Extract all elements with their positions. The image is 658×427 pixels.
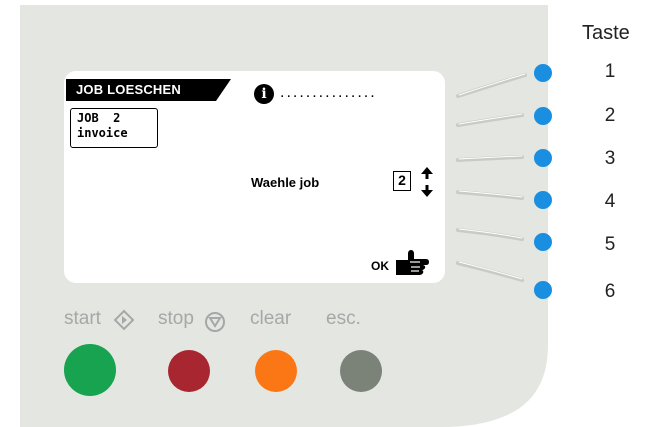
esc-label: esc. bbox=[326, 308, 361, 329]
start-icon bbox=[113, 309, 135, 331]
esc-button[interactable] bbox=[340, 350, 382, 392]
select-job-label: Waehle job bbox=[251, 175, 320, 190]
info-icon: i bbox=[254, 84, 274, 104]
current-job-box: JOB 2 invoice bbox=[70, 108, 158, 148]
side-key-1-number: 1 bbox=[604, 61, 616, 82]
side-key-2[interactable] bbox=[534, 107, 552, 125]
side-key-4[interactable] bbox=[534, 191, 552, 209]
job-number-line: JOB 2 bbox=[77, 111, 121, 125]
side-key-2-number: 2 bbox=[604, 105, 616, 126]
pointing-hand-icon bbox=[396, 250, 429, 275]
info-dotted-line: ............... bbox=[280, 84, 377, 101]
side-key-3[interactable] bbox=[534, 149, 552, 167]
side-keys-heading: Taste bbox=[582, 22, 630, 44]
side-key-4-number: 4 bbox=[604, 191, 616, 212]
ok-label: OK bbox=[371, 259, 389, 273]
up-down-arrows-icon bbox=[421, 167, 433, 197]
job-name-line: invoice bbox=[77, 126, 128, 140]
clear-label: clear bbox=[250, 308, 292, 329]
clear-button[interactable] bbox=[255, 350, 297, 392]
side-key-5-number: 5 bbox=[604, 234, 616, 255]
stop-button[interactable] bbox=[168, 350, 210, 392]
side-key-6[interactable] bbox=[534, 281, 552, 299]
side-key-6-number: 6 bbox=[604, 281, 616, 302]
side-key-3-number: 3 bbox=[604, 148, 616, 169]
job-number-value: 2 bbox=[393, 171, 411, 191]
stop-label: stop bbox=[158, 308, 194, 329]
screen-title: JOB LOESCHEN bbox=[76, 82, 181, 97]
start-label: start bbox=[64, 308, 101, 329]
stop-icon bbox=[205, 312, 225, 332]
side-key-5[interactable] bbox=[534, 233, 552, 251]
start-button[interactable] bbox=[64, 344, 116, 396]
side-key-1[interactable] bbox=[534, 64, 552, 82]
